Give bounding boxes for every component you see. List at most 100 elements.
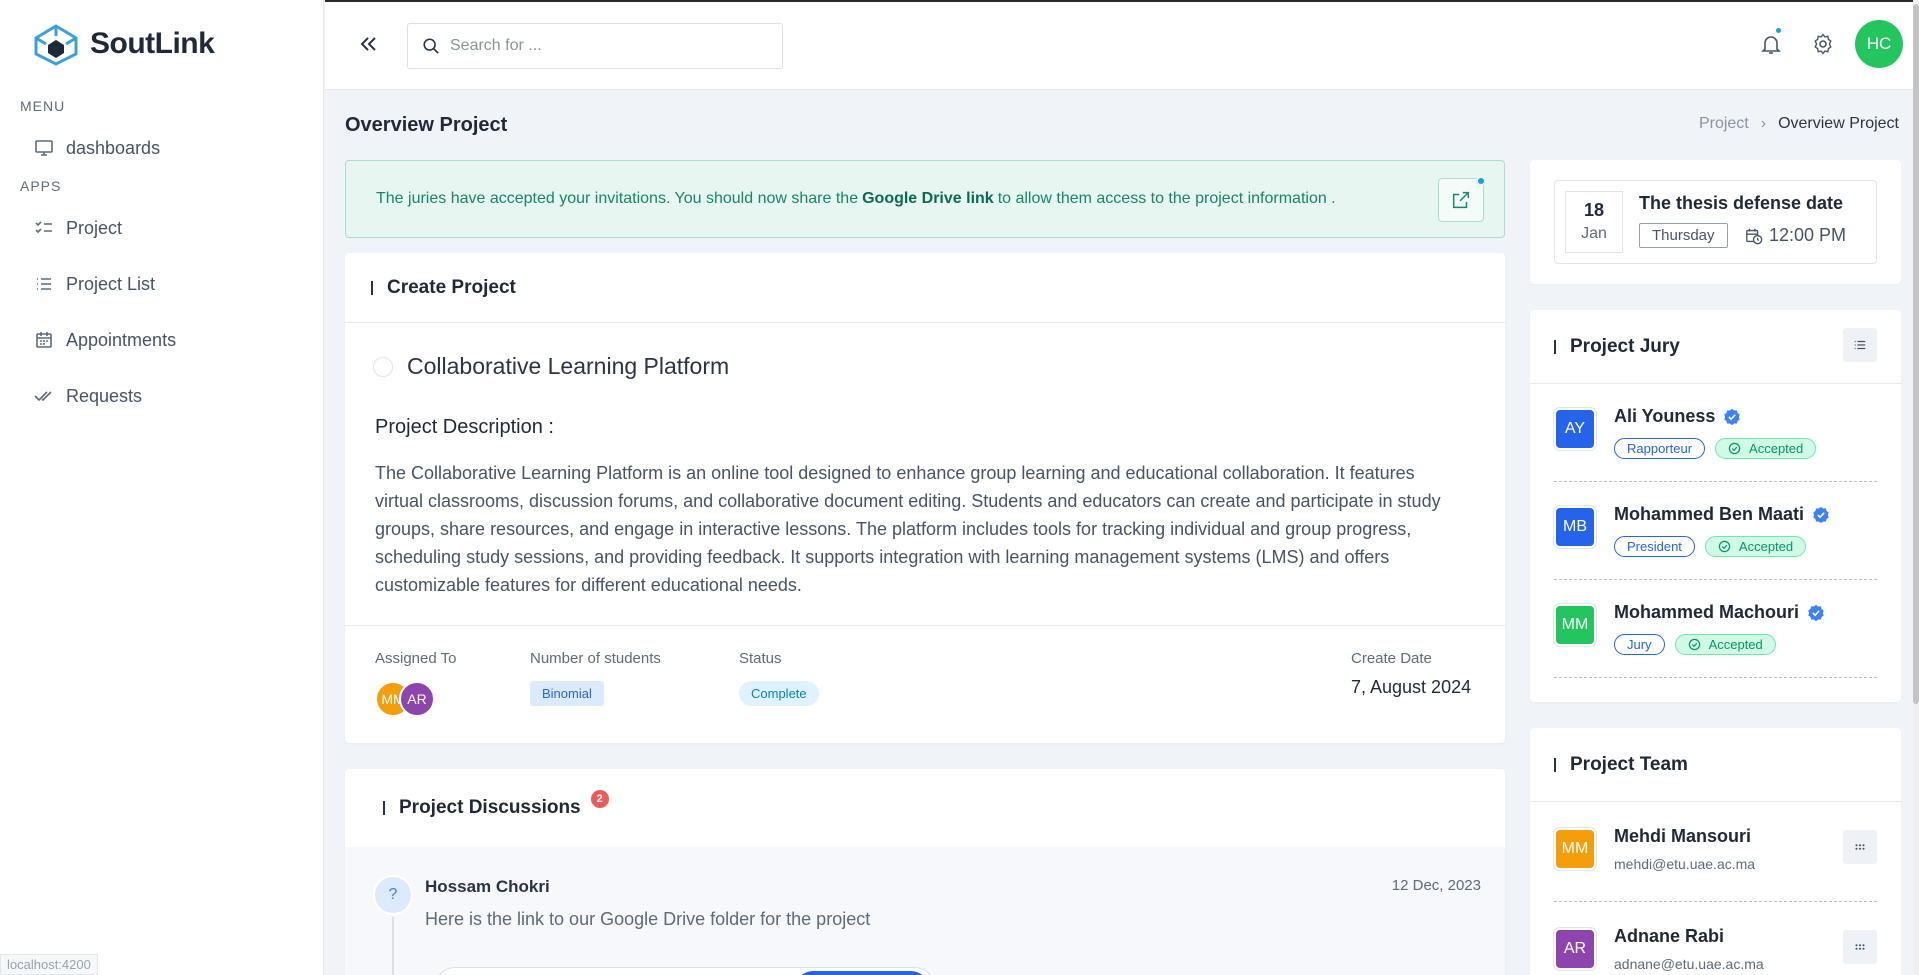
alert-text-after: to allow them access to the project info… bbox=[997, 190, 1336, 207]
discussions-count-badge: 2 bbox=[590, 790, 609, 808]
create-date-value: 7, August 2024 bbox=[1351, 677, 1472, 697]
project-meta: Assigned To MM AR Number of students Bin… bbox=[345, 625, 1505, 743]
notifications-button[interactable] bbox=[1751, 24, 1791, 64]
project-jury-card: Project Jury AY Ali Youness Rapporteur A… bbox=[1530, 310, 1901, 702]
sidebar-item-appointments[interactable]: Appointments bbox=[0, 320, 323, 360]
verified-icon bbox=[1813, 506, 1829, 523]
assigned-to: Assigned To MM AR bbox=[375, 650, 456, 717]
collapse-sidebar-button[interactable] bbox=[357, 32, 381, 56]
project-logo bbox=[373, 356, 393, 377]
check-circle-icon bbox=[1728, 442, 1741, 455]
share-link-button[interactable] bbox=[1438, 176, 1486, 222]
avatar: MB bbox=[1554, 506, 1596, 548]
jury-member-tags: Rapporteur Accepted bbox=[1614, 438, 1826, 459]
monitor-icon bbox=[35, 140, 53, 156]
alert-link[interactable]: Google Drive link bbox=[862, 190, 994, 208]
settings-button[interactable] bbox=[1803, 24, 1843, 64]
team-header: Project Team bbox=[1530, 728, 1901, 802]
page-title: Overview Project bbox=[345, 114, 508, 136]
header-bar bbox=[383, 801, 385, 815]
notification-dot bbox=[1774, 26, 1783, 35]
thread-line bbox=[392, 917, 394, 975]
sidebar-item-label: Project List bbox=[66, 273, 156, 294]
brand-name: SoutLink bbox=[90, 27, 215, 60]
sidebar: SoutLink MENU dashboards APPS Project Pr… bbox=[0, 0, 324, 975]
sidebar-item-dashboards[interactable]: dashboards bbox=[0, 128, 323, 168]
member-options-button[interactable] bbox=[1843, 830, 1877, 864]
open-link-button[interactable] bbox=[795, 971, 929, 975]
check-circle-icon bbox=[1718, 540, 1731, 553]
status-url: localhost:4200 bbox=[0, 954, 98, 975]
create-date: Create Date 7, August 2024 bbox=[1351, 650, 1471, 698]
search-icon bbox=[423, 38, 439, 54]
assigned-label: Assigned To bbox=[375, 650, 457, 667]
sidebar-item-project-list[interactable]: Project List bbox=[0, 264, 323, 304]
discussion-item: ? Hossam Chokri Here is the link to our … bbox=[345, 847, 1505, 975]
sidebar-item-project[interactable]: Project bbox=[0, 208, 323, 248]
header-bar bbox=[1554, 339, 1556, 354]
bell-icon bbox=[1761, 36, 1781, 54]
avatar[interactable]: AR bbox=[399, 681, 435, 717]
header-bar bbox=[1554, 757, 1556, 772]
team-member-email: mehdi@etu.uae.ac.ma bbox=[1614, 856, 1756, 872]
menu-section-title: MENU bbox=[20, 98, 66, 114]
topbar: HC bbox=[325, 0, 1919, 90]
scrollbar-thumb[interactable] bbox=[1913, 4, 1919, 704]
discussion-author: Hossam Chokri bbox=[425, 877, 550, 896]
discussions-card: Project Discussions 2 ? Hossam Chokri He… bbox=[345, 769, 1505, 975]
status-text: Accepted bbox=[1749, 441, 1804, 456]
project-card: Create Project Collaborative Learning Pl… bbox=[345, 253, 1505, 743]
chevrons-left-icon bbox=[360, 37, 376, 51]
team-member-name: Mehdi Mansouri bbox=[1614, 826, 1752, 846]
students-badge: Binomial bbox=[530, 681, 604, 706]
project-name: Collaborative Learning Platform bbox=[345, 323, 1505, 380]
role-badge: President bbox=[1614, 536, 1695, 557]
defense-weekday: Thursday bbox=[1639, 223, 1728, 248]
discussions-header: Project Discussions 2 bbox=[345, 769, 1505, 847]
accepted-badge: Accepted bbox=[1674, 634, 1776, 655]
avatar: MM bbox=[1554, 604, 1596, 646]
jury-member: MM Mohammed Machouri Jury Accepted bbox=[1554, 580, 1877, 678]
number-of-students: Number of students Binomial bbox=[530, 650, 661, 706]
jury-list-button[interactable] bbox=[1843, 328, 1877, 362]
check-circle-icon bbox=[1688, 638, 1700, 651]
page-scrollbar[interactable] bbox=[1913, 0, 1919, 975]
sidebar-item-label: Appointments bbox=[66, 329, 177, 350]
breadcrumb-project-link[interactable]: Project bbox=[1699, 115, 1749, 133]
alert-text-before: The juries have accepted your invitation… bbox=[376, 190, 859, 207]
jury-name-text: Ali Youness bbox=[1614, 406, 1716, 426]
user-avatar[interactable]: HC bbox=[1855, 20, 1903, 68]
dots-grid-icon bbox=[1855, 944, 1865, 950]
sidebar-item-label: Requests bbox=[66, 385, 143, 406]
avatar: AY bbox=[1554, 408, 1596, 450]
breadcrumb-current: Overview Project bbox=[1778, 115, 1899, 132]
list-icon bbox=[1854, 340, 1866, 350]
defense-title: The thesis defense date bbox=[1639, 193, 1844, 213]
search-box[interactable] bbox=[407, 23, 783, 69]
member-options-button[interactable] bbox=[1843, 930, 1877, 964]
date-badge: 18 Jan bbox=[1565, 191, 1623, 253]
breadcrumb: Project › Overview Project bbox=[1699, 115, 1899, 133]
sidebar-item-requests[interactable]: Requests bbox=[0, 376, 323, 416]
project-card-header: Create Project bbox=[345, 253, 1505, 323]
status-badge: Complete bbox=[739, 681, 819, 706]
discussion-message: Here is the link to our Google Drive fol… bbox=[425, 909, 871, 929]
defense-time: 12:00 PM bbox=[1745, 225, 1846, 246]
checklist-icon bbox=[35, 221, 52, 234]
avatar: ? bbox=[373, 875, 413, 915]
description-title: Project Description : bbox=[375, 416, 554, 438]
role-badge: Rapporteur bbox=[1614, 438, 1706, 459]
search-input[interactable] bbox=[450, 37, 750, 55]
create-date-label: Create Date bbox=[1351, 650, 1432, 667]
success-alert: The juries have accepted your invitation… bbox=[345, 160, 1505, 238]
header-bar bbox=[371, 280, 373, 295]
brand-logo[interactable]: SoutLink bbox=[0, 0, 323, 88]
dots-grid-icon bbox=[1855, 844, 1865, 850]
accepted-badge: Accepted bbox=[1704, 536, 1807, 557]
discussions-title: Project Discussions bbox=[399, 797, 581, 818]
team-member-email: adnane@etu.uae.ac.ma bbox=[1614, 956, 1764, 972]
calendar-clock-icon bbox=[1746, 228, 1763, 244]
jury-member: AY Ali Youness Rapporteur Accepted bbox=[1554, 384, 1877, 482]
verified-icon bbox=[1808, 604, 1824, 621]
project-status: Status Complete bbox=[739, 650, 819, 706]
